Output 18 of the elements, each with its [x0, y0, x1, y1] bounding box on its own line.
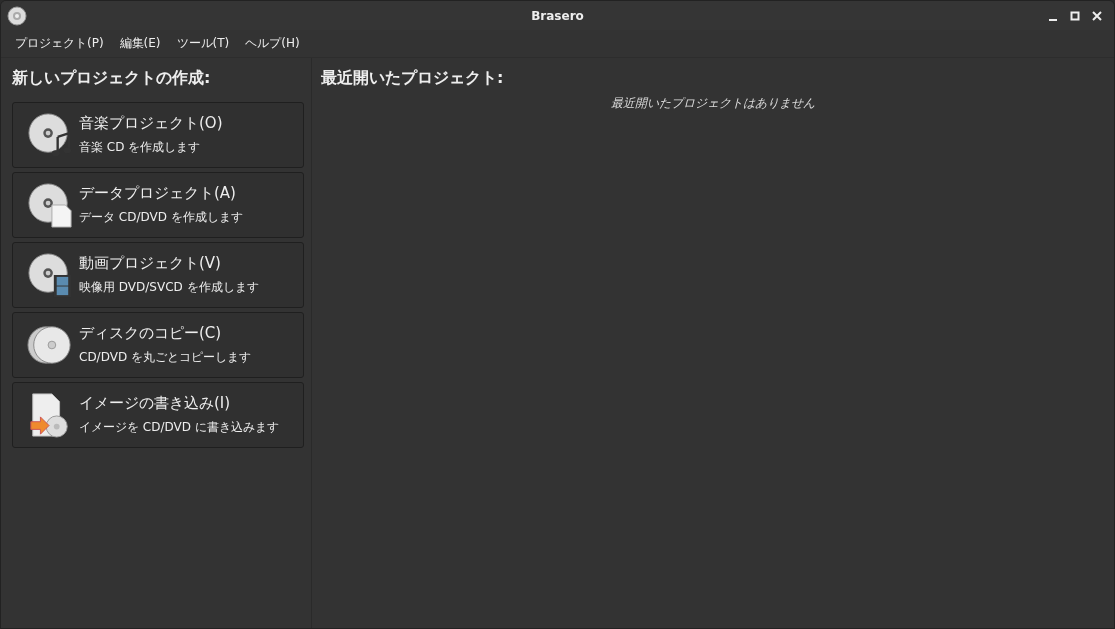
disc-document-icon	[27, 182, 73, 228]
close-icon	[1091, 9, 1103, 22]
project-button[interactable]: ディスクのコピー(C) CD/DVD を丸ごとコピーします	[12, 312, 304, 378]
menu-item[interactable]: ツール(T)	[168, 35, 238, 52]
menu-item[interactable]: プロジェクト(P)	[7, 35, 112, 52]
empty-message: 最近開いたプロジェクトはありません	[610, 95, 816, 112]
menu-item[interactable]: 編集(E)	[111, 35, 169, 52]
section-heading: 新しいプロジェクトの作成:	[12, 66, 212, 89]
window-title: Brasero	[531, 8, 584, 23]
menu-item[interactable]: ヘルプ(H)	[237, 35, 308, 52]
project-button[interactable]: イメージの書き込み(I) イメージを CD/DVD に書き込みます	[12, 382, 304, 448]
project-button[interactable]: 音楽プロジェクト(O) 音楽 CD を作成します	[12, 102, 304, 168]
minimize-icon	[1049, 18, 1057, 21]
maximize-icon	[1069, 9, 1081, 22]
disc-icon	[7, 5, 27, 26]
project-button[interactable]: 動画プロジェクト(V) 映像用 DVD/SVCD を作成します	[12, 242, 304, 308]
project-button[interactable]: データプロジェクト(A) データ CD/DVD を作成します	[12, 172, 304, 238]
section-heading: 最近開いたプロジェクト:	[321, 66, 505, 89]
